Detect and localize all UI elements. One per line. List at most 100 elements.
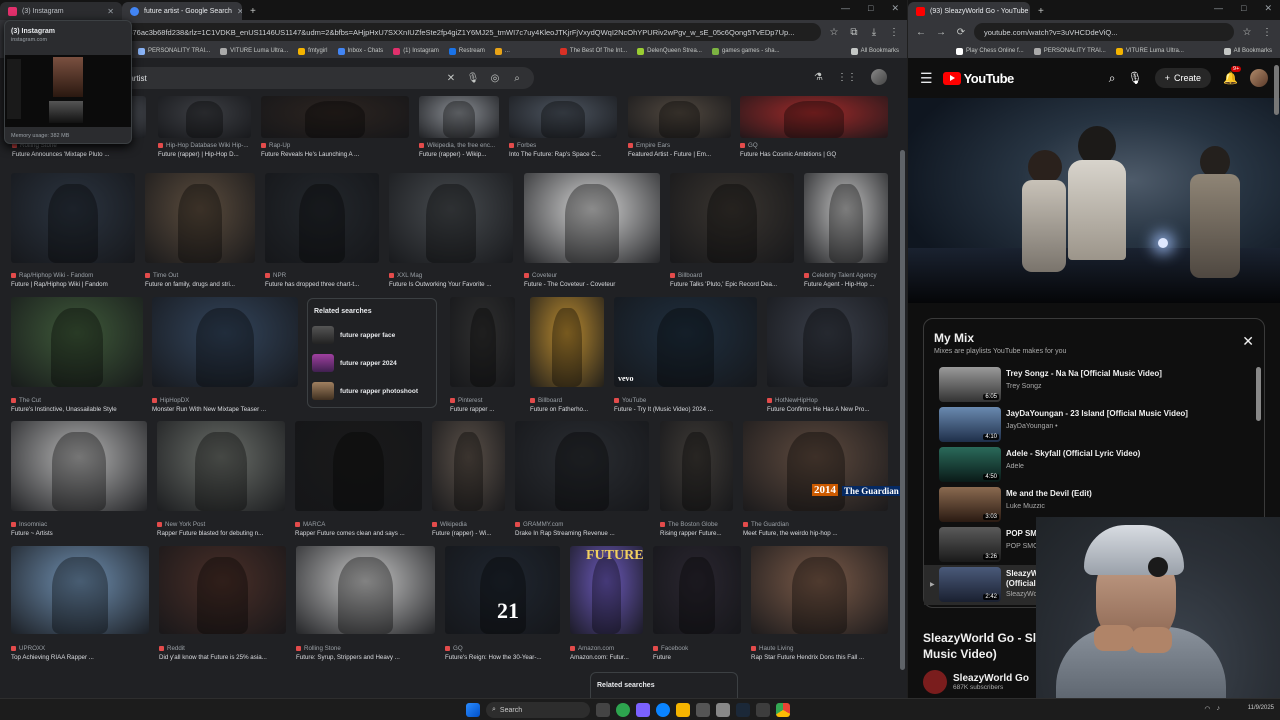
search-icon[interactable]: ⌕	[510, 73, 524, 84]
task-view-icon[interactable]	[596, 703, 610, 717]
all-bookmarks[interactable]: All Bookmarks	[1223, 47, 1272, 55]
tab-google-search[interactable]: future artist - Google Search ✕	[122, 2, 242, 20]
menu-icon[interactable]: ⋮	[1260, 27, 1274, 38]
avatar[interactable]	[1250, 69, 1268, 87]
result-title[interactable]: Into The Future: Rap's Space C...	[509, 150, 619, 159]
close-icon[interactable]: ✕	[107, 7, 114, 16]
forward-icon[interactable]: →	[934, 27, 948, 38]
avatar[interactable]	[871, 69, 887, 85]
result-image[interactable]	[660, 421, 733, 511]
related-search-item[interactable]: future rapper photoshoot	[308, 377, 436, 405]
mix-item-thumbnail[interactable]: 4:50	[939, 447, 1001, 482]
result-image[interactable]	[159, 546, 286, 634]
close-icon[interactable]: ✕	[891, 3, 899, 14]
mix-scrollbar[interactable]	[1256, 367, 1261, 421]
menu-icon[interactable]: ⋮	[887, 27, 901, 38]
channel-name[interactable]: SleazyWorld Go	[953, 673, 1029, 684]
result-image[interactable]	[152, 297, 298, 387]
app-icon[interactable]	[756, 703, 770, 717]
taskbar-search[interactable]: ⌕ Search	[486, 702, 590, 718]
result-image[interactable]	[296, 546, 435, 634]
page-scrollbar[interactable]	[1274, 65, 1279, 115]
related-search-item[interactable]: future rapper 2024	[308, 349, 436, 377]
result-title[interactable]: Drake In Rap Streaming Revenue ...	[515, 529, 651, 538]
apps-grid-icon[interactable]: ⋮⋮	[837, 72, 857, 83]
result-title[interactable]: Did y'all know that Future is 25% asia..…	[159, 653, 288, 662]
result-image[interactable]	[11, 421, 147, 511]
app-icon[interactable]	[616, 703, 630, 717]
hamburger-menu-icon[interactable]: ☰	[920, 70, 933, 87]
result-image[interactable]	[670, 173, 794, 263]
result-title[interactable]: Meet Future, the weirdo hip-hop ...	[743, 529, 890, 538]
url-field[interactable]: ch?sca_esv=a4676ac3b68fd238&rlz=1C1VDKB_…	[66, 23, 821, 41]
result-image[interactable]	[740, 96, 888, 138]
result-title[interactable]: Future Is Outworking Your Favorite ...	[389, 280, 515, 289]
result-image[interactable]	[450, 297, 515, 387]
result-title[interactable]: Featured Artist - Future | Em...	[628, 150, 733, 159]
app-icon[interactable]	[696, 703, 710, 717]
url-field[interactable]: youtube.com/watch?v=3uVHCDdeViQ...	[974, 23, 1234, 41]
result-title[interactable]: Future on family, drugs and stri...	[145, 280, 257, 289]
windows-start-icon[interactable]	[466, 703, 480, 717]
result-title[interactable]: Future has dropped three chart-t...	[265, 280, 381, 289]
bookmark-item[interactable]: PERSONALITY TRAI...	[1033, 47, 1106, 55]
video-player[interactable]	[908, 98, 1280, 303]
mix-item-thumbnail[interactable]: 6:05	[939, 367, 1001, 402]
bookmark-item[interactable]: Inbox - Chats	[337, 47, 383, 55]
result-title[interactable]: Future (rapper) | Hip-Hop D...	[158, 150, 253, 159]
result-title[interactable]: Future (rapper) - Wi...	[432, 529, 507, 538]
result-title[interactable]: Future rapper ...	[450, 405, 517, 414]
close-icon[interactable]: ✕	[1242, 333, 1254, 350]
search-input[interactable]: re artist	[120, 74, 436, 83]
result-title[interactable]: Future - The Coveteur - Coveteur	[524, 280, 662, 289]
bookmark-item[interactable]: Play Chess Online f...	[956, 47, 1024, 55]
result-title[interactable]: Rapper Future blasted for debuting n...	[157, 529, 287, 538]
result-title[interactable]: Rapper Future comes clean and says ...	[295, 529, 424, 538]
star-icon[interactable]: ☆	[1240, 27, 1254, 38]
app-icon[interactable]	[636, 703, 650, 717]
result-image[interactable]	[767, 297, 888, 387]
result-image[interactable]	[751, 546, 888, 634]
new-tab-button[interactable]: +	[1030, 2, 1052, 20]
result-image[interactable]	[419, 96, 499, 138]
result-title[interactable]: Future	[653, 653, 743, 662]
mix-item-thumbnail[interactable]: 3:03	[939, 487, 1001, 522]
notifications-bell-icon[interactable]: 🔔 9+	[1223, 66, 1242, 85]
result-title[interactable]: Future | Rap/Hiphop Wiki | Fandom	[11, 280, 137, 289]
result-image[interactable]	[261, 96, 409, 138]
download-icon[interactable]: ⤓	[867, 27, 881, 38]
result-title[interactable]: Top Achieving RIAA Rapper ...	[11, 653, 151, 662]
result-image[interactable]	[524, 173, 660, 263]
chrome-icon[interactable]	[776, 703, 790, 717]
result-image[interactable]	[389, 173, 513, 263]
tab-instagram[interactable]: (3) Instagram ✕	[0, 2, 122, 20]
result-image[interactable]	[11, 546, 149, 634]
result-image[interactable]	[295, 421, 422, 511]
file-explorer-icon[interactable]	[676, 703, 690, 717]
mix-item-title[interactable]: Trey Songz - Na Na [Official Music Video…	[1006, 369, 1251, 378]
result-image[interactable]	[515, 421, 649, 511]
result-image[interactable]	[11, 173, 135, 263]
youtube-logo[interactable]: YouTube	[942, 71, 1014, 86]
result-image[interactable]	[628, 96, 731, 138]
maximize-icon[interactable]: □	[868, 3, 873, 14]
back-icon[interactable]: ←	[914, 27, 928, 38]
extensions-icon[interactable]: ⧉	[847, 27, 861, 38]
result-title[interactable]: Future Announces 'Mixtape Pluto ...	[12, 150, 148, 159]
result-image[interactable]	[158, 96, 251, 138]
bookmark-item[interactable]: PERSONALITY TRAI...	[138, 47, 210, 55]
channel-avatar[interactable]	[923, 670, 947, 694]
lens-icon[interactable]: ◎	[488, 73, 502, 84]
clear-icon[interactable]: ✕	[444, 73, 458, 84]
result-title[interactable]: Future Has Cosmic Ambitions | GQ	[740, 150, 890, 159]
create-button[interactable]: + Create	[1154, 68, 1212, 88]
related-search-item[interactable]: future rapper face	[308, 321, 436, 349]
result-title[interactable]: Future - Try It (Music Video) 2024 ...	[614, 405, 759, 414]
result-title[interactable]: Future's Reign: How the 30-Year-...	[445, 653, 562, 662]
result-title[interactable]: Future Reveals He's Launching A ...	[261, 150, 411, 159]
result-image[interactable]	[804, 173, 888, 263]
result-title[interactable]: Rap Star Future Hendrix Dons this Fall .…	[751, 653, 890, 662]
bookmark-item[interactable]: VITURE Luma Ultra...	[220, 47, 288, 55]
bookmark-item[interactable]: The Best Of The Int...	[559, 47, 627, 55]
result-title[interactable]: Future: Syrup, Strippers and Heavy ...	[296, 653, 437, 662]
